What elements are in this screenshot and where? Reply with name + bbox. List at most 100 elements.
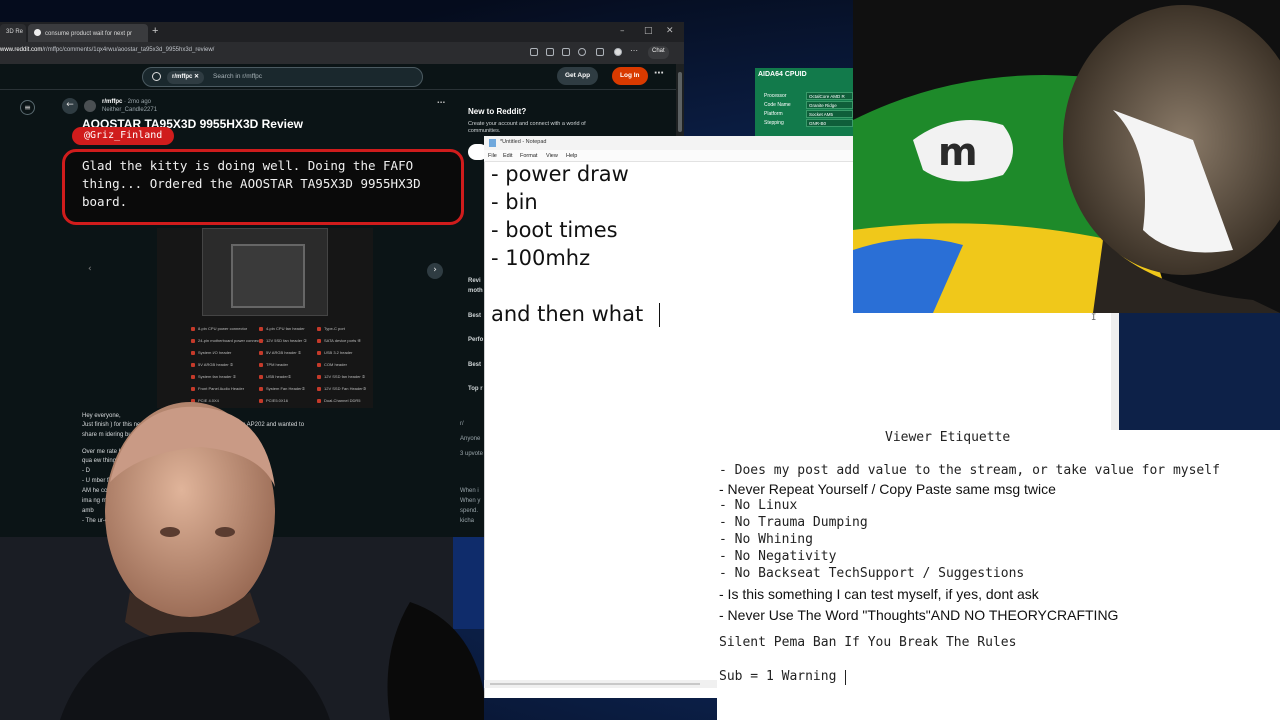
notepad-line[interactable]: - boot times — [491, 218, 618, 242]
chat-username-badge: @Griz_Finland — [72, 127, 175, 145]
new-tab-plus-icon[interactable]: + — [152, 25, 158, 37]
menu-file[interactable]: File — [488, 153, 497, 159]
streamer-webcam-feed — [0, 392, 484, 720]
notepad-line[interactable]: - 100mhz — [491, 246, 590, 270]
etiquette-rule: - Never Repeat Yourself / Copy Paste sam… — [719, 481, 1056, 497]
zoom-icon[interactable] — [562, 48, 570, 56]
post-image[interactable]: 8-pin CPU power connector 4-pin CPU fan h… — [157, 228, 373, 408]
aida-key: Stepping — [764, 120, 784, 126]
rail-item[interactable]: Perfo — [468, 337, 483, 343]
legend-label: System Fan Header② — [266, 386, 306, 391]
new-to-reddit-description: Create your account and connect with a w… — [468, 121, 586, 134]
etiquette-rule: - No Negativity — [719, 549, 837, 564]
cat-on-blanket-image: m — [853, 0, 1280, 313]
search-community-chip[interactable]: r/mffpc ✕ — [167, 71, 205, 84]
image-next-icon[interactable]: › — [427, 263, 443, 279]
search-input[interactable]: r/mffpc ✕ Search in r/mffpc — [142, 67, 423, 87]
subreddit-name[interactable]: r/mffpc — [102, 99, 122, 105]
aida-value: Granite Ridge — [806, 101, 853, 109]
aida-key: Platform — [764, 111, 783, 117]
etiquette-rule: - No Trauma Dumping — [719, 515, 868, 530]
legend-marker — [317, 351, 321, 355]
post-author[interactable]: Neither_Candle2271 — [102, 107, 157, 113]
aida-value: GNR-B0 — [806, 119, 853, 127]
browser-tab-1[interactable]: 3D Re — [0, 24, 26, 42]
profile-icon[interactable] — [614, 48, 622, 56]
notepad-line[interactable]: and then what — [491, 302, 643, 326]
svg-text:m: m — [938, 130, 978, 174]
legend-label: SATA device ports ④ — [324, 338, 362, 343]
rail-item[interactable]: Best — [468, 313, 481, 319]
etiquette-rule: - Does my post add value to the stream, … — [719, 463, 1220, 478]
search-icon — [152, 72, 161, 81]
image-prev-icon[interactable]: ‹ — [88, 264, 92, 274]
text-caret — [659, 303, 660, 327]
rail-item[interactable]: Revi — [468, 278, 481, 284]
legend-marker — [191, 327, 195, 331]
notepad-line[interactable]: - bin — [491, 190, 538, 214]
aida64-title: AIDA64 CPUID — [758, 71, 807, 78]
aida-value: OctalCore AMD R — [806, 92, 853, 100]
legend-label: USB 3.2 header — [324, 350, 353, 355]
legend-marker — [191, 363, 195, 367]
favorite-star-icon[interactable] — [596, 48, 604, 56]
browser-scroll-thumb[interactable] — [678, 72, 682, 132]
rail-item[interactable]: moth — [468, 288, 483, 294]
window-scrollbar[interactable] — [1111, 313, 1119, 430]
legend-marker — [317, 363, 321, 367]
copilot-chat-button[interactable]: Chat — [648, 46, 669, 59]
etiquette-rule: - No Backseat TechSupport / Suggestions — [719, 566, 1025, 581]
hamburger-menu-icon[interactable]: ≡ — [20, 100, 35, 115]
get-app-button[interactable]: Get App — [557, 67, 599, 85]
legend-label: Front Panel Audio Header — [198, 386, 245, 391]
minimize-icon[interactable]: – — [620, 26, 625, 36]
url-text[interactable]: www.reddit.com/r/mffpc/comments/1qx4rwu/… — [0, 47, 214, 53]
tab-favicon-icon — [34, 29, 41, 36]
search-placeholder: Search in r/mffpc — [213, 73, 263, 80]
back-arrow-icon[interactable]: ← — [62, 98, 78, 114]
legend-marker — [317, 375, 321, 379]
menu-dots-icon[interactable]: ⋯ — [630, 46, 638, 55]
subreddit-avatar[interactable] — [84, 100, 96, 112]
notepad-line[interactable]: - power draw — [491, 162, 629, 186]
legend-marker — [317, 339, 321, 343]
rail-item[interactable]: Best — [468, 362, 481, 368]
refresh-icon[interactable] — [578, 48, 586, 56]
url-path: /r/mffpc/comments/1qx4rwu/aoostar_ta95x3… — [42, 47, 215, 53]
legend-label: TPM header — [266, 362, 289, 367]
address-bar[interactable]: www.reddit.com/r/mffpc/comments/1qx4rwu/… — [0, 42, 684, 64]
legend-marker — [191, 351, 195, 355]
translate-icon[interactable] — [546, 48, 554, 56]
legend-label: 5V ARGB header ② — [198, 362, 234, 367]
maximize-icon[interactable]: □ — [644, 26, 653, 36]
legend-label: 24-pin motherboard power connector — [198, 338, 264, 343]
legend-marker — [317, 387, 321, 391]
notepad-horizontal-scrollbar[interactable] — [484, 680, 717, 688]
menu-edit[interactable]: Edit — [503, 153, 512, 159]
post-options-icon[interactable]: ⋯ — [437, 98, 445, 107]
menu-help[interactable]: Help — [566, 153, 577, 159]
legend-marker — [259, 375, 263, 379]
ibeam-cursor-icon: I — [1091, 313, 1097, 323]
close-icon[interactable]: ✕ — [666, 26, 674, 36]
browser-tab-2[interactable]: consume product wait for next pr — [28, 24, 148, 42]
etiquette-rule: - No Whining — [719, 532, 813, 547]
legend-marker — [259, 339, 263, 343]
legend-marker — [191, 387, 195, 391]
notepad-title: *Untitled - Notepad — [500, 139, 547, 145]
reader-icon[interactable] — [530, 48, 538, 56]
menu-view[interactable]: View — [546, 153, 558, 159]
header-more-icon[interactable]: ⋯ — [654, 68, 664, 79]
menu-format[interactable]: Format — [520, 153, 537, 159]
aida-row: Code Name Granite Ridge — [758, 101, 853, 110]
browser-tab-2-label: consume product wait for next pr — [45, 31, 133, 37]
notepad-app-icon — [489, 139, 496, 147]
chat-message-text: Glad the kitty is doing well. Doing the … — [82, 158, 421, 209]
search-chip-label: r/mffpc — [172, 74, 193, 80]
new-to-reddit-title: New to Reddit? — [468, 107, 527, 116]
notepad-menubar — [484, 150, 853, 162]
login-button[interactable]: Log In — [612, 67, 648, 85]
legend-label: 8-pin CPU power connector — [198, 326, 248, 331]
legend-label: Type-C port — [324, 326, 345, 331]
aida-key: Code Name — [764, 102, 791, 108]
